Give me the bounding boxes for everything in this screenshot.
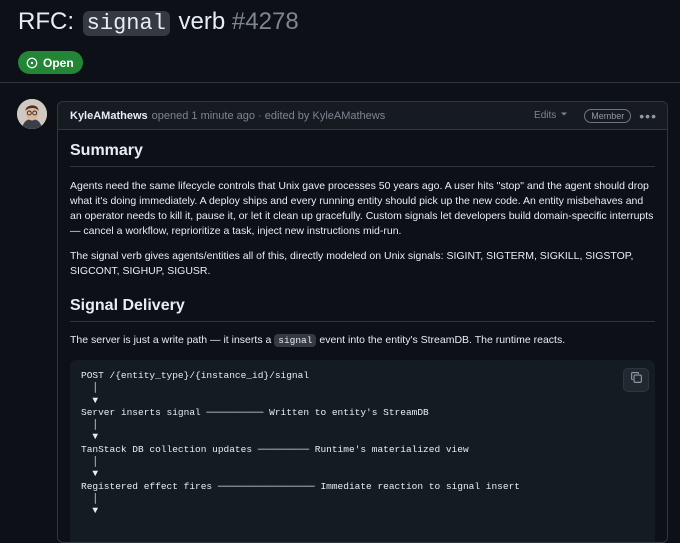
comment-meta: opened 1 minute ago · edited by KyleAMat…: [151, 109, 386, 122]
header-divider: [0, 82, 680, 83]
issue-opened-icon: [26, 57, 38, 69]
edits-dropdown[interactable]: Edits: [534, 110, 568, 121]
kebab-horizontal-icon[interactable]: •••: [639, 109, 657, 123]
issue-title-code: signal: [82, 11, 170, 36]
edits-label: Edits: [534, 110, 557, 121]
triangle-down-icon: [560, 110, 568, 121]
copy-icon: [630, 371, 643, 388]
issue-number: #4278: [231, 8, 299, 35]
code-block-text: POST /{entity_type}/{instance_id}/signal…: [81, 370, 520, 517]
comment-header-actions: Edits Member •••: [534, 108, 657, 123]
comment-header: KyleAMathews opened 1 minute ago · edite…: [58, 102, 667, 130]
summary-paragraph-1: Agents need the same lifecycle controls …: [70, 180, 654, 237]
member-badge: Member: [584, 108, 632, 123]
comment-body: Summary Agents need the same lifecycle c…: [58, 130, 667, 542]
issue-comment: KyleAMathews opened 1 minute ago · edite…: [57, 101, 668, 543]
copy-button[interactable]: [623, 368, 649, 392]
inline-code-signal: signal: [274, 334, 317, 347]
issue-state-label: Open: [43, 55, 74, 70]
summary-paragraph-2: The signal verb gives agents/entities al…: [70, 250, 634, 277]
avatar[interactable]: [17, 99, 47, 129]
heading-summary: Summary: [70, 142, 655, 167]
issue-title: RFC: signal verb #4278: [18, 8, 299, 36]
issue-title-prefix: RFC:: [18, 8, 81, 35]
delivery-text-pre: The server is just a write path — it ins…: [70, 334, 275, 346]
comment-author[interactable]: KyleAMathews: [70, 110, 148, 122]
issue-state-badge: Open: [18, 51, 83, 74]
issue-title-suffix: verb: [171, 8, 232, 35]
delivery-paragraph: The server is just a write path — it ins…: [70, 333, 655, 348]
heading-signal-delivery: Signal Delivery: [70, 297, 655, 322]
code-block: POST /{entity_type}/{instance_id}/signal…: [70, 360, 655, 542]
delivery-text-post: event into the entity's StreamDB. The ru…: [316, 334, 566, 346]
